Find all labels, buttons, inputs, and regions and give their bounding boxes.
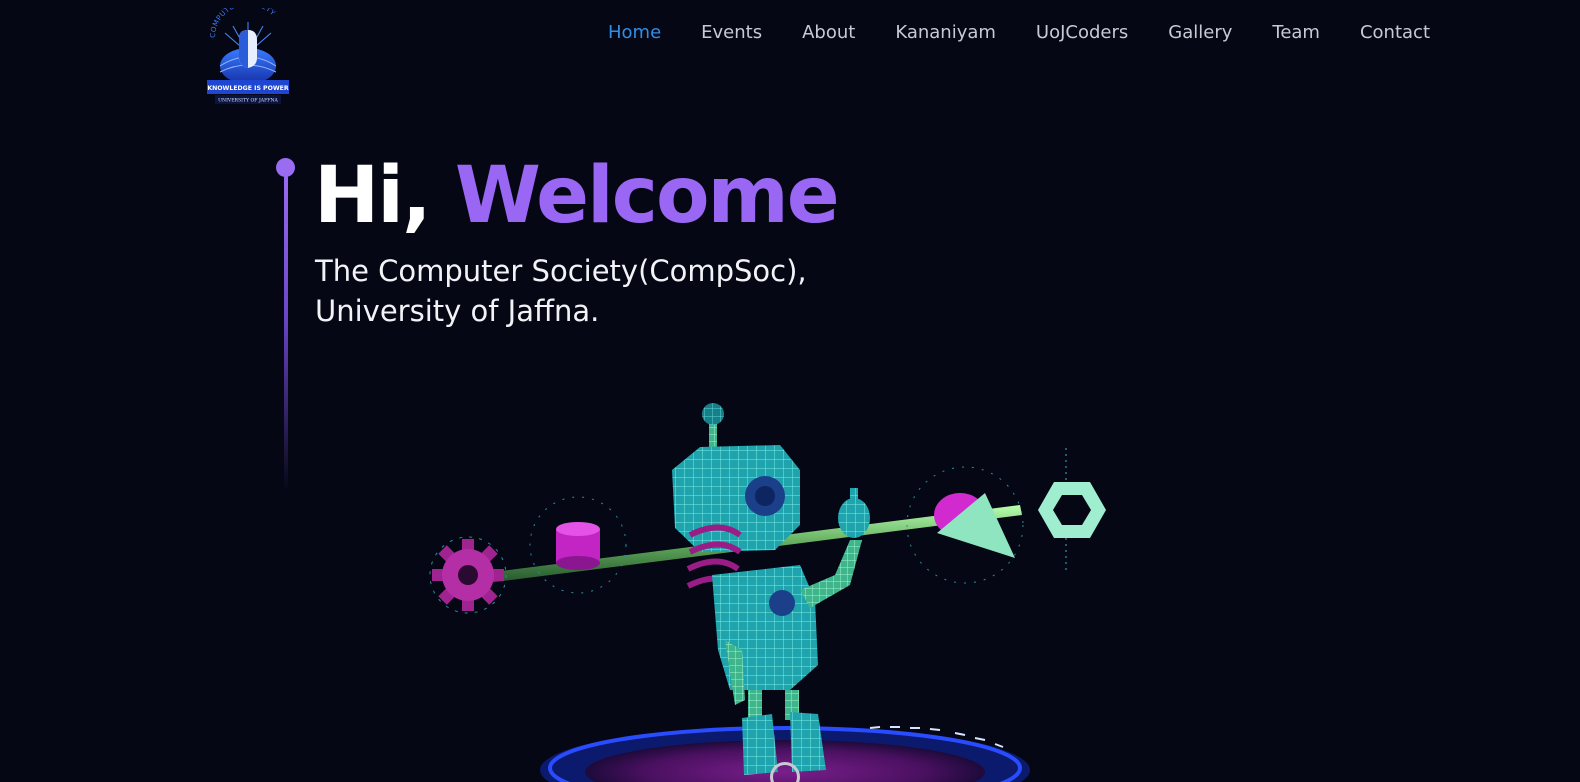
scroll-indicator-icon[interactable] xyxy=(770,762,800,782)
nav-gallery-link[interactable]: Gallery xyxy=(1168,20,1232,46)
nav-about-link[interactable]: About xyxy=(802,20,855,46)
hero-title: Hi, Welcome xyxy=(314,142,840,250)
hero-subtitle: The Computer Society(CompSoc), Universit… xyxy=(315,251,915,331)
staff-rod xyxy=(470,505,1022,585)
gear-icon xyxy=(429,536,507,614)
main-nav: Home Events About Kananiyam UoJCoders Ga… xyxy=(568,20,1430,46)
hero-highlight: Welcome xyxy=(454,151,840,241)
hero-greeting: Hi, xyxy=(314,151,432,241)
nav-contact-link[interactable]: Contact xyxy=(1360,20,1430,46)
cylinder-shape xyxy=(529,496,627,594)
platform-markers xyxy=(869,726,1004,748)
nav-uojcoders-link[interactable]: UoJCoders xyxy=(1036,20,1128,46)
torus-ring-shape xyxy=(1038,448,1106,572)
hero-subtitle-line1: The Computer Society(CompSoc), xyxy=(315,254,807,288)
robot-3d-illustration xyxy=(429,403,1106,782)
society-logo[interactable]: COMPUTER SOCIETY KNOWLEDGE IS POWER UNIV… xyxy=(205,8,291,108)
cone-shape xyxy=(906,466,1024,584)
robot-figure xyxy=(672,403,870,775)
nav-home-link[interactable]: Home xyxy=(608,20,661,46)
page: COMPUTER SOCIETY KNOWLEDGE IS POWER UNIV… xyxy=(0,0,1580,782)
timeline-line xyxy=(284,172,288,492)
hero-subtitle-line2: University of Jaffna. xyxy=(315,294,600,328)
nav-events-link[interactable]: Events xyxy=(701,20,762,46)
nav-kananiyam-link[interactable]: Kananiyam xyxy=(895,20,996,46)
logo-institution: UNIVERSITY OF JAFFNA xyxy=(218,98,278,104)
nav-team-link[interactable]: Team xyxy=(1272,20,1320,46)
logo-motto: KNOWLEDGE IS POWER xyxy=(207,85,289,92)
